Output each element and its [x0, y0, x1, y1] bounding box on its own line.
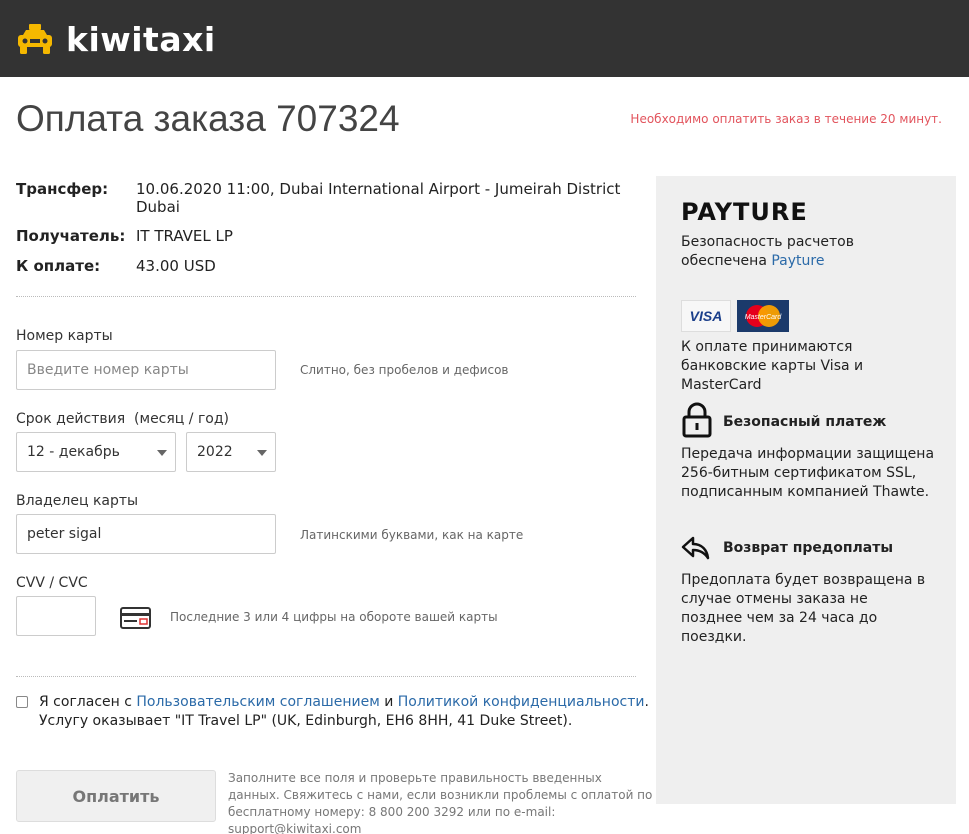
- mastercard-circles-icon: MasterCard: [745, 305, 783, 327]
- refund-title: Возврат предоплаты: [723, 540, 894, 556]
- refund-arrow-icon: [681, 536, 710, 560]
- recipient-value: IT TRAVEL LP: [136, 227, 233, 245]
- summary-row-transfer: Трансфер: 10.06.2020 11:00, Dubai Intern…: [16, 180, 636, 220]
- credit-card-cvv-icon: [120, 607, 151, 629]
- expiry-month-value: 12 - декабрь: [27, 444, 120, 460]
- mastercard-logo: MasterCard: [737, 300, 789, 332]
- card-holder-hint: Латинскими буквами, как на карте: [300, 528, 524, 542]
- mastercard-label: MasterCard: [745, 314, 783, 321]
- summary-row-recipient: Получатель: IT TRAVEL LP: [16, 227, 636, 247]
- transfer-label: Трансфер:: [16, 180, 109, 198]
- secure-payment-title: Безопасный платеж: [723, 414, 887, 430]
- chevron-down-icon: [157, 450, 167, 456]
- recipient-label: Получатель:: [16, 227, 126, 245]
- payment-security-text: Безопасность расчетов обеспечена Payture: [681, 233, 921, 271]
- cvv-input[interactable]: [16, 596, 96, 636]
- refund-text: Предоплата будет возвращена в случае отм…: [681, 572, 926, 645]
- cvv-hint: Последние 3 или 4 цифры на обороте вашей…: [170, 610, 498, 624]
- payment-time-warning: Необходимо оплатить заказ в течение 20 м…: [630, 112, 942, 126]
- kiwitaxi-logo[interactable]: kiwitaxi: [16, 20, 216, 60]
- visa-logo: VISA: [681, 300, 731, 332]
- page-title: Оплата заказа 707324: [16, 98, 400, 139]
- transfer-value: 10.06.2020 11:00, Dubai International Ai…: [136, 180, 621, 216]
- payture-logo: PAYTURE: [681, 198, 808, 226]
- card-number-label: Номер карты: [16, 328, 113, 344]
- card-number-hint: Слитно, без пробелов и дефисов: [300, 363, 509, 377]
- agreement-text-1: Я согласен с: [39, 694, 137, 710]
- card-holder-label: Владелец карты: [16, 493, 139, 509]
- agreement-checkbox[interactable]: [16, 696, 28, 708]
- privacy-policy-link[interactable]: Политикой конфиденциальности: [398, 694, 645, 710]
- agreement-text: Я согласен с Пользовательским соглашение…: [39, 693, 654, 731]
- top-bar: kiwitaxi: [0, 0, 969, 77]
- card-number-input[interactable]: [16, 350, 276, 390]
- divider: [16, 296, 636, 297]
- amount-label: К оплате:: [16, 257, 101, 275]
- pay-button[interactable]: Оплатить: [16, 770, 216, 822]
- taxi-car-icon: [18, 24, 52, 54]
- divider: [16, 676, 636, 677]
- card-holder-input[interactable]: [16, 514, 276, 554]
- accepted-cards-text: К оплате принимаются банковские карты Vi…: [681, 339, 864, 393]
- expiry-month-select[interactable]: 12 - декабрь: [16, 432, 176, 472]
- security-text: Безопасность расчетов обеспечена: [681, 234, 854, 269]
- summary-row-amount: К оплате: 43.00 USD: [16, 257, 636, 277]
- terms-link[interactable]: Пользовательским соглашением: [136, 694, 379, 710]
- secure-payment-text: Передача информации защищена 256-битным …: [681, 446, 935, 500]
- expiry-label: Срок действия (месяц / год): [16, 411, 230, 427]
- security-sidebar: PAYTURE Безопасность расчетов обеспечена…: [656, 176, 956, 804]
- amount-value: 43.00 USD: [136, 257, 216, 275]
- expiry-year-select[interactable]: 2022: [186, 432, 276, 472]
- expiry-year-value: 2022: [197, 444, 233, 460]
- logo-text: kiwitaxi: [66, 20, 216, 59]
- agreement-text-2: и: [379, 694, 398, 710]
- payture-link[interactable]: Payture: [771, 253, 824, 269]
- lock-icon: [682, 402, 712, 438]
- payment-note: Заполните все поля и проверьте правильно…: [228, 771, 653, 834]
- chevron-down-icon: [257, 450, 267, 456]
- cvv-label: CVV / CVC: [16, 575, 88, 591]
